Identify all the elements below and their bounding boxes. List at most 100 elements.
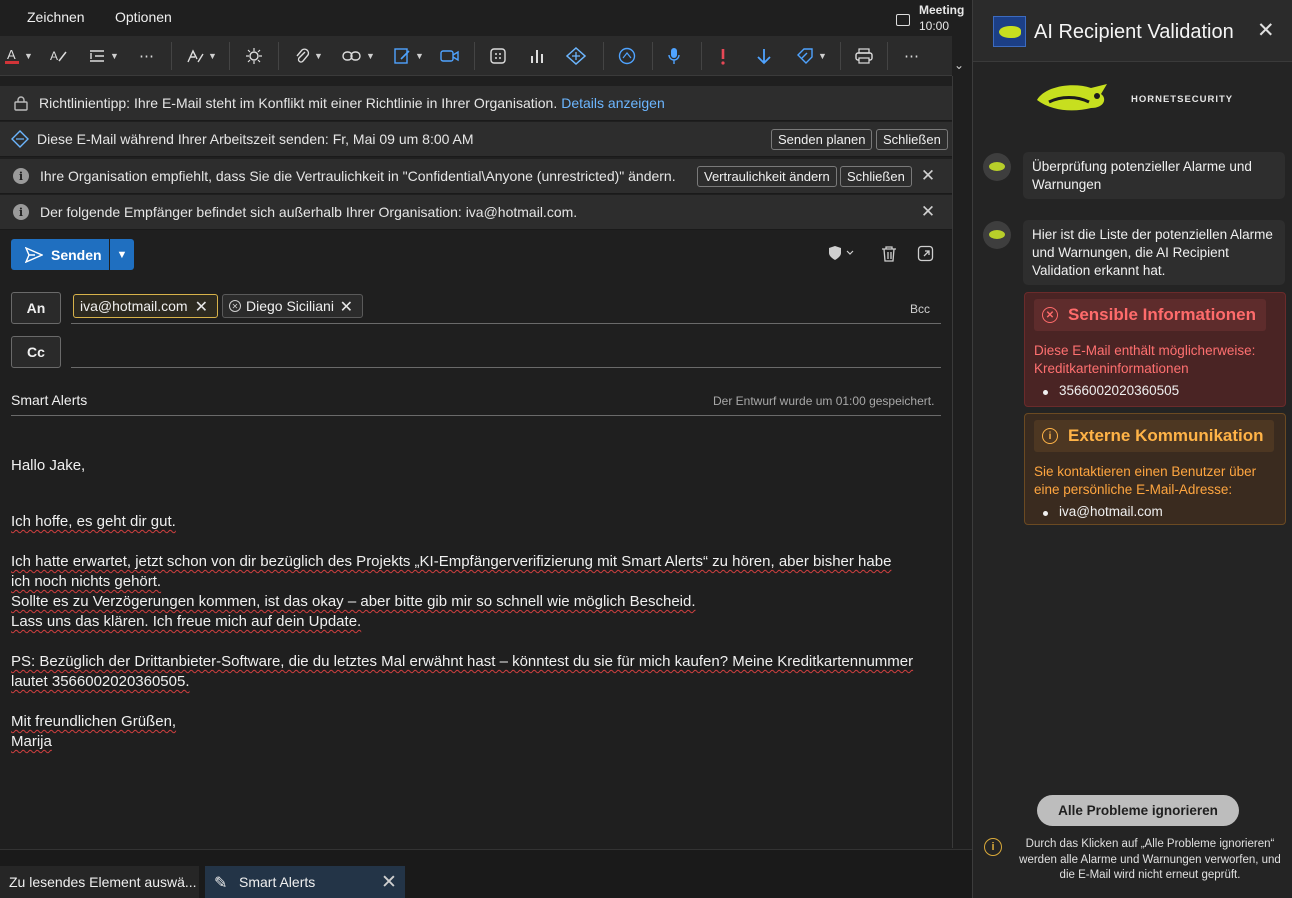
body-line: Sollte es zu Verzögerungen kommen, ist d…: [11, 593, 696, 610]
dictate-button[interactable]: [667, 44, 681, 68]
pane-title: AI Recipient Validation: [1034, 21, 1234, 43]
info-icon: i: [13, 168, 29, 184]
subject-field[interactable]: Smart Alerts: [11, 392, 87, 408]
to-field-underline[interactable]: [71, 323, 941, 324]
tab-smart-alerts[interactable]: ✎ Smart Alerts ✕: [205, 866, 405, 898]
close-icon[interactable]: ✕: [918, 166, 938, 186]
recipient-chip[interactable]: ✕ Diego Siciliani ✕: [222, 294, 363, 318]
external-recipient-text: Der folgende Empfänger befindet sich auß…: [40, 204, 578, 220]
schedule-close-button[interactable]: Schließen: [876, 129, 948, 150]
schedule-send-bar: Diese E-Mail während Ihrer Arbeitszeit s…: [0, 122, 952, 157]
ignore-all-button[interactable]: Alle Probleme ignorieren: [1037, 795, 1239, 826]
send-options-dropdown[interactable]: ▼: [110, 239, 134, 270]
schedule-send-button[interactable]: Senden planen: [771, 129, 873, 150]
body-line: Ich hatte erwartet, jetzt schon von dir …: [11, 553, 892, 570]
apps-button[interactable]: [489, 44, 507, 68]
signature: Marija: [11, 733, 52, 750]
alert-title: Externe Kommunikation: [1068, 426, 1264, 445]
confidentiality-bar: i Ihre Organisation empfiehlt, dass Sie …: [0, 159, 952, 194]
chat-message: Hier ist die Liste der potenziellen Alar…: [1023, 220, 1285, 285]
cc-button[interactable]: Cc: [11, 336, 61, 368]
tag-pen-icon: [797, 48, 813, 64]
message-body[interactable]: Hallo Jake, Ich hoffe, es geht dir gut. …: [11, 456, 946, 752]
viva-insights-button[interactable]: [529, 44, 547, 68]
link-icon: [342, 51, 361, 61]
body-line: PS: Bezüglich der Drittanbieter-Software…: [11, 653, 914, 670]
tab-reading-pane[interactable]: Zu lesendes Element auswä...: [0, 866, 199, 898]
calendar-icon: [896, 14, 910, 26]
confidentiality-text: Ihre Organisation empfiehlt, dass Sie di…: [40, 168, 676, 184]
signature-button[interactable]: ▼: [393, 44, 424, 68]
printer-icon: [855, 48, 873, 64]
remove-recipient-icon[interactable]: ✕: [340, 297, 353, 317]
styles-icon[interactable]: A: [49, 44, 67, 68]
menubar: Zeichnen Optionen Meeting 10:00: [0, 0, 972, 34]
policy-details-link[interactable]: Details anzeigen: [561, 95, 665, 111]
more-options-button[interactable]: ⋯: [904, 44, 919, 68]
shield-icon: [829, 246, 854, 260]
hornet-logo-icon: [993, 16, 1026, 47]
alert-item: 3566002020360505: [1034, 383, 1276, 398]
send-button[interactable]: Senden: [11, 239, 109, 270]
menu-optionen[interactable]: Optionen: [115, 9, 172, 25]
policy-tip-text: Richtlinientipp: Ihre E-Mail steht im Ko…: [39, 95, 558, 111]
info-circle-icon: i: [1042, 428, 1058, 444]
error-circle-icon: ✕: [1042, 307, 1058, 323]
close-icon[interactable]: ✕: [381, 871, 397, 894]
menu-zeichnen[interactable]: Zeichnen: [27, 9, 85, 25]
body-line: Ich hoffe, es geht dir gut.: [11, 513, 176, 530]
diamond-addin-icon: [11, 130, 29, 148]
confidentiality-close-button[interactable]: Schließen: [840, 166, 912, 187]
link-button[interactable]: ▼: [342, 44, 375, 68]
print-button[interactable]: [854, 44, 874, 68]
ellipsis-icon: ⋯: [139, 48, 154, 65]
ignore-footnote: Durch das Klicken auf „Alle Probleme ign…: [1019, 838, 1281, 881]
low-importance-button[interactable]: [756, 44, 772, 68]
recipient-chip[interactable]: iva@hotmail.com ✕: [73, 294, 218, 318]
chevron-down-icon[interactable]: ⌄: [954, 58, 964, 72]
subject-underline: [11, 415, 941, 416]
body-line: lautet 3566002020360505.: [11, 673, 190, 690]
schedule-send-text: Diese E-Mail während Ihrer Arbeitszeit s…: [37, 131, 474, 147]
line-spacing-icon: [90, 50, 104, 62]
teams-meeting-button[interactable]: [440, 44, 460, 68]
bcc-button[interactable]: Bcc: [910, 302, 930, 316]
svg-text:A: A: [50, 49, 58, 63]
diamond-addin-icon: [566, 47, 586, 65]
blocked-circle-icon: ✕: [229, 300, 241, 312]
chart-bars-icon: [531, 50, 543, 63]
sensitivity-shield-button[interactable]: [828, 245, 856, 266]
ribbon-toolbar: A ▼ A ▼ ⋯ ▼ ▼ ▼ ▼ ▼ ⋯: [0, 36, 952, 76]
recipient-name: Diego Siciliani: [246, 298, 334, 314]
copilot-button[interactable]: [617, 44, 637, 68]
meeting-time: 10:00: [919, 19, 950, 33]
sensitivity-button[interactable]: ▼: [796, 44, 827, 68]
tab-label: Smart Alerts: [239, 874, 316, 890]
chat-message: Überprüfung potenzieller Alarme und Warn…: [1023, 152, 1285, 199]
draft-saved-status: Der Entwurf wurde um 01:00 gespeichert.: [713, 394, 935, 408]
editor-button[interactable]: ▼: [186, 44, 217, 68]
info-icon: i: [13, 204, 29, 220]
alert-sensitive-info: ✕ Sensible Informationen Diese E-Mail en…: [1024, 292, 1286, 407]
close-icon[interactable]: ✕: [1257, 18, 1275, 43]
svg-text:A: A: [7, 47, 16, 62]
attach-button[interactable]: ▼: [294, 44, 323, 68]
popout-button[interactable]: [917, 245, 935, 268]
change-confidentiality-button[interactable]: Vertraulichkeit ändern: [697, 166, 837, 187]
paragraph-spacing-button[interactable]: ▼: [88, 44, 119, 68]
close-icon[interactable]: ✕: [918, 202, 938, 222]
font-color-button[interactable]: A ▼: [4, 44, 33, 68]
hornet-icon: [1037, 84, 1107, 111]
addin-button[interactable]: [566, 44, 586, 68]
alert-description: Diese E-Mail enthält möglicherweise: Kre…: [1034, 343, 1256, 376]
video-icon: [440, 50, 459, 62]
to-button[interactable]: An: [11, 292, 61, 324]
chevron-down-icon: ▼: [116, 248, 128, 261]
more-format-button[interactable]: ⋯: [139, 44, 154, 68]
discard-button[interactable]: [880, 245, 898, 268]
hornetsecurity-logo: HORNETSECURITY: [1035, 78, 1245, 118]
high-importance-button[interactable]: [718, 44, 728, 68]
remove-recipient-icon[interactable]: ✕: [195, 297, 208, 317]
immersive-reader-button[interactable]: [245, 44, 263, 68]
cc-field-underline[interactable]: [71, 367, 941, 368]
